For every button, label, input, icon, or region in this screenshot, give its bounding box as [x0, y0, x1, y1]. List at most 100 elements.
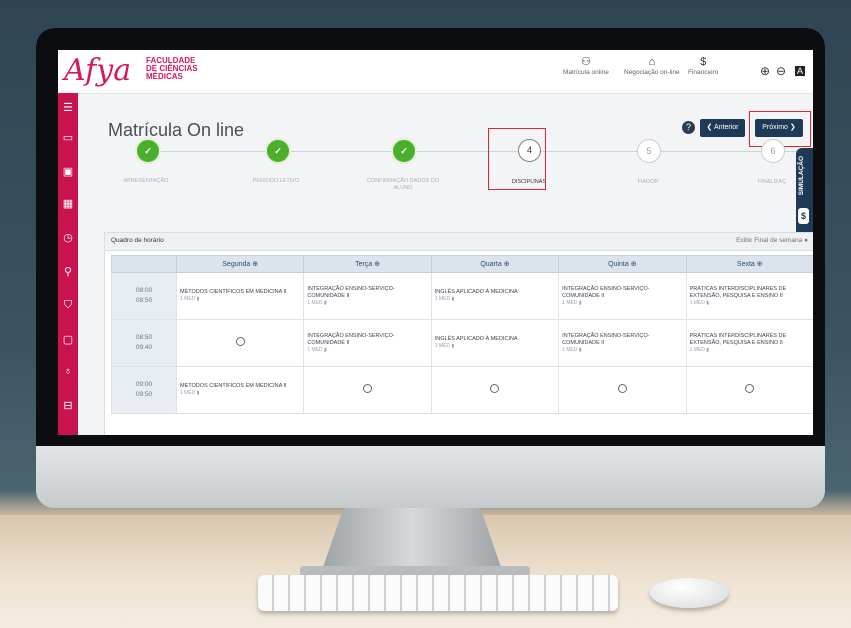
nav-negociacao[interactable]: ⌂ Negociação on-line: [624, 56, 680, 76]
class-cell[interactable]: INTEGRAÇÃO ENSINO-SERVIÇO-COMUNIDADE II 1…: [303, 272, 432, 320]
course-group: 1 MED ▮: [689, 346, 709, 353]
course-group: 1 MED ▮: [307, 346, 327, 353]
weekend-toggle[interactable]: Exibir Final de semana ●: [736, 237, 808, 244]
course-group: 1 MED ▮: [562, 346, 582, 353]
simulation-tab[interactable]: SIMULAÇÃO: [796, 148, 813, 240]
previous-button[interactable]: ❮ Anterior: [700, 119, 745, 137]
table-row: 09:00 09:50 MÉTODOS CIENTÍFICOS EM MEDICIN…: [111, 366, 813, 414]
keyboard: [258, 575, 618, 611]
class-cell[interactable]: INTEGRAÇÃO ENSINO-SERVIÇO-COMUNIDADE II 1…: [303, 319, 432, 367]
step-2-check-icon: ✓: [265, 138, 291, 164]
screen: Afya FACULDADE DE CIÊNCIAS MÉDICAS ⚇ Mat…: [58, 50, 813, 435]
time-slot: 08:50 09:40: [111, 319, 177, 367]
course-group: 1 MED ▮: [434, 343, 455, 349]
monitor-stand: [322, 508, 502, 570]
step-2-label: PERÍODO LETIVO: [252, 178, 300, 184]
zoom-out-icon[interactable]: ⊖: [776, 64, 786, 78]
class-cell[interactable]: INGLÊS APLICADO À MEDICINA 1 MED ▮: [430, 272, 560, 320]
monitor-icon[interactable]: ▭: [58, 131, 78, 144]
day-header[interactable]: Quinta ⊕: [558, 255, 687, 273]
table-row: 08:00 08:50 MÉTODOS CIENTÍFICOS EM MEDICIN…: [111, 272, 813, 320]
current-step-highlight: [488, 128, 546, 190]
schedule-header-row: Segunda ⊕ Terça ⊕ Quarta ⊕ Quinta ⊕ Sext…: [111, 255, 813, 273]
course-group: 1 MED ▮: [689, 299, 709, 306]
step-3-label: CONFIRMAÇÃO DADOS DO ALUNO: [366, 178, 440, 191]
time-slot: 09:00 09:50: [111, 366, 177, 414]
empty-cell[interactable]: [303, 366, 432, 414]
empty-cell[interactable]: [430, 366, 560, 414]
location-icon[interactable]: ♁: [58, 365, 78, 377]
schedule-title: Quadro de horário: [111, 237, 164, 244]
course-group: 1 MED ▮: [180, 390, 200, 396]
logo-subtitle: FACULDADE DE CIÊNCIAS MÉDICAS: [146, 56, 198, 81]
empty-cell[interactable]: [685, 366, 813, 414]
class-cell[interactable]: PRÁTICAS INTERDISCIPLINARES DE EXTENSÃO,…: [685, 319, 813, 367]
table-row: 08:50 09:40 INTEGRAÇÃO ENSINO-SERVIÇO-COMU…: [111, 319, 813, 367]
schedule-table: Segunda ⊕ Terça ⊕ Quarta ⊕ Quinta ⊕ Sext…: [111, 255, 813, 414]
step-5-indicator: 5: [637, 139, 661, 163]
add-circle-icon[interactable]: [490, 384, 500, 393]
add-circle-icon[interactable]: [617, 384, 627, 393]
page-title: Matrícula On line: [108, 120, 245, 140]
dollar-icon: $: [700, 56, 707, 68]
sidebar: ☰ ▭ ▣ ▦ ◷ ⚲ ⛉ ▢ ♁ ⊟: [58, 93, 78, 435]
course-name: INGLÊS APLICADO À MEDICINA: [434, 336, 518, 342]
course-name: INTEGRAÇÃO ENSINO-SERVIÇO-COMUNIDADE II: [307, 332, 395, 346]
mouse: [650, 578, 728, 608]
day-header[interactable]: Quarta ⊕: [430, 255, 560, 273]
course-group: 1 MED ▮: [434, 296, 455, 302]
course-name: INTEGRAÇÃO ENSINO-SERVIÇO-COMUNIDADE II: [562, 285, 650, 299]
day-header[interactable]: Terça ⊕: [303, 255, 432, 273]
step-1-check-icon: ✓: [135, 138, 161, 164]
step-6-indicator: 6: [761, 139, 785, 163]
top-bar: Afya FACULDADE DE CIÊNCIAS MÉDICAS ⚇ Mat…: [58, 50, 813, 94]
add-circle-icon[interactable]: [363, 384, 373, 393]
step-1-label: APRESENTAÇÃO: [123, 178, 169, 184]
day-header[interactable]: Sexta ⊕: [685, 255, 813, 273]
monitor-chin: [36, 446, 825, 508]
class-cell[interactable]: MÉTODOS CIENTÍFICOS EM MEDICINA II 1 MED …: [175, 272, 305, 320]
course-name: INTEGRAÇÃO ENSINO-SERVIÇO-COMUNIDADE II: [307, 285, 395, 299]
simulation-dollar-icon[interactable]: $: [798, 208, 809, 224]
add-circle-icon[interactable]: [235, 337, 245, 346]
handshake-icon: ⌂: [648, 56, 656, 68]
class-cell[interactable]: MÉTODOS CIENTÍFICOS EM MEDICINA II 1 MED …: [175, 366, 305, 414]
schedule-header: Quadro de horário Exibir Final de semana…: [105, 233, 813, 251]
time-header: [111, 255, 177, 273]
class-cell[interactable]: PRÁTICAS INTERDISCIPLINARES DE EXTENSÃO,…: [685, 272, 813, 320]
class-cell[interactable]: INTEGRAÇÃO ENSINO-SERVIÇO-COMUNIDADE II 1…: [558, 272, 687, 320]
course-name: INTEGRAÇÃO ENSINO-SERVIÇO-COMUNIDADE II: [562, 332, 650, 346]
user-plus-icon: ⚇: [581, 56, 591, 68]
day-header[interactable]: Segunda ⊕: [175, 255, 305, 273]
clock-icon[interactable]: ◷: [58, 231, 78, 244]
class-cell[interactable]: INGLÊS APLICADO À MEDICINA 1 MED ▮: [430, 319, 560, 367]
zoom-in-icon[interactable]: ⊕: [760, 64, 770, 78]
course-group: 1 MED ▮: [562, 299, 582, 306]
empty-cell[interactable]: [175, 319, 305, 367]
course-group: 1 MED ▮: [180, 296, 200, 302]
step-3-check-icon: ✓: [391, 138, 417, 164]
menu-icon[interactable]: ☰: [58, 101, 78, 114]
afya-logo: Afya: [64, 53, 132, 88]
course-name: INGLÊS APLICADO À MEDICINA: [434, 289, 518, 295]
class-cell[interactable]: INTEGRAÇÃO ENSINO-SERVIÇO-COMUNIDADE II 1…: [558, 319, 687, 367]
help-icon[interactable]: ?: [682, 121, 695, 134]
nav-matricula-online[interactable]: ⚇ Matrícula online: [563, 56, 609, 76]
schedule-panel: Quadro de horário Exibir Final de semana…: [104, 232, 813, 435]
empty-cell[interactable]: [558, 366, 687, 414]
calendar-icon[interactable]: ▣: [58, 165, 78, 178]
stepper-line: [148, 151, 808, 152]
course-name: MÉTODOS CIENTÍFICOS EM MEDICINA II: [180, 383, 287, 389]
nav-financeiro[interactable]: $ Financeiro: [688, 56, 718, 76]
accessibility-icon[interactable]: A: [795, 66, 806, 76]
inbox-icon[interactable]: ⊟: [58, 399, 78, 412]
time-slot: 08:00 08:50: [111, 272, 177, 320]
course-name: PRÁTICAS INTERDISCIPLINARES DE EXTENSÃO,…: [689, 332, 787, 346]
add-circle-icon[interactable]: [745, 384, 755, 393]
document-icon[interactable]: ▢: [58, 333, 78, 346]
user-add-icon[interactable]: ⚲: [58, 265, 78, 278]
grid-icon[interactable]: ▦: [58, 197, 78, 210]
graduation-icon[interactable]: ⛉: [58, 299, 78, 312]
step-5-label: FIADOR: [637, 179, 659, 185]
course-name: PRÁTICAS INTERDISCIPLINARES DE EXTENSÃO,…: [689, 285, 787, 299]
